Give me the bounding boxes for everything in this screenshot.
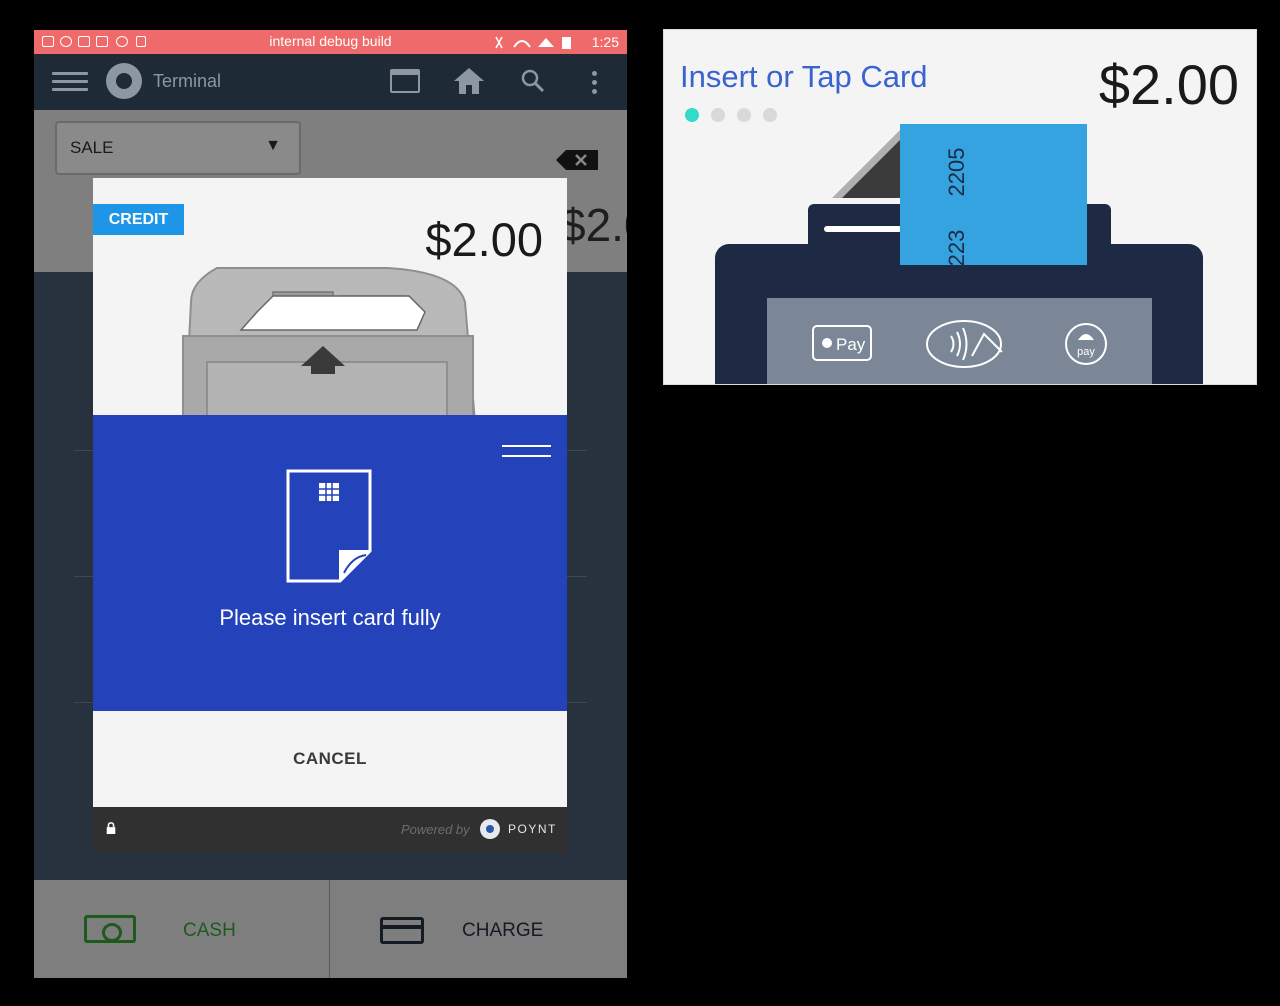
card-number-top: 2205 (944, 148, 969, 197)
window-icon[interactable] (390, 69, 420, 93)
credit-card-icon (380, 917, 424, 944)
dialog-header: CREDIT $2.00 (93, 178, 567, 415)
more-options-icon[interactable] (592, 71, 597, 98)
keypad-amount: $2.00 (560, 199, 627, 251)
credit-badge: CREDIT (93, 204, 184, 235)
clock: 1:25 (591, 34, 619, 50)
poynt-logo-icon (480, 819, 500, 839)
brand-name: POYNT (508, 822, 557, 836)
poynt-logo-icon (106, 63, 142, 99)
apple-pay-label: Pay (836, 335, 866, 354)
backspace-icon[interactable] (556, 150, 598, 170)
terminal-illustration: 2205 223 Pay pay (715, 124, 1203, 384)
terminal-amount: $2.00 (1098, 53, 1239, 116)
page-dot-active (685, 108, 699, 122)
terminal-preview-card: Insert or Tap Card $2.00 2205 223 Pay pa… (663, 29, 1257, 385)
transaction-type-select[interactable]: SALE ▼ (55, 121, 301, 175)
cash-button[interactable]: CASH (34, 880, 329, 978)
insert-card-message: Please insert card fully (219, 605, 441, 630)
page-dot (763, 108, 777, 122)
chip-card-icon (286, 469, 372, 583)
home-icon[interactable] (452, 66, 486, 96)
phone-screen: internal debug build 1:25 Terminal SALE … (34, 30, 627, 978)
dropdown-arrow-icon: ▼ (265, 137, 281, 154)
cancel-button[interactable]: CANCEL (93, 711, 567, 807)
dialog-footer: Powered by POYNT (93, 807, 567, 853)
lock-icon (106, 822, 116, 834)
page-dot (737, 108, 751, 122)
card-number-side: 223 (944, 230, 969, 267)
signal-icons (495, 36, 571, 49)
status-bar: internal debug build 1:25 (34, 30, 627, 54)
charge-button[interactable]: CHARGE (330, 880, 627, 978)
charge-label: CHARGE (462, 920, 544, 941)
card-reader-illustration (182, 267, 476, 415)
app-bar: Terminal (34, 54, 627, 110)
cash-icon (84, 915, 136, 943)
search-icon[interactable] (520, 68, 546, 94)
insert-tap-title: Insert or Tap Card (680, 59, 928, 94)
powered-by-label: Powered by (401, 822, 470, 837)
dialog-actions: CANCEL (93, 711, 567, 807)
payment-bar: CASH CHARGE (34, 880, 627, 978)
android-pay-label: pay (1077, 346, 1095, 358)
page-dot (711, 108, 725, 122)
cash-label: CASH (183, 920, 236, 941)
app-title: Terminal (153, 71, 222, 91)
menu-lines-icon[interactable] (502, 445, 551, 465)
insert-card-panel: Please insert card fully (93, 415, 567, 711)
transaction-type-value: SALE (70, 138, 114, 157)
card-insert-dialog: CREDIT $2.00 Please insert card fully CA… (93, 178, 567, 853)
menu-icon[interactable] (52, 72, 88, 92)
dialog-amount: $2.00 (425, 213, 543, 266)
